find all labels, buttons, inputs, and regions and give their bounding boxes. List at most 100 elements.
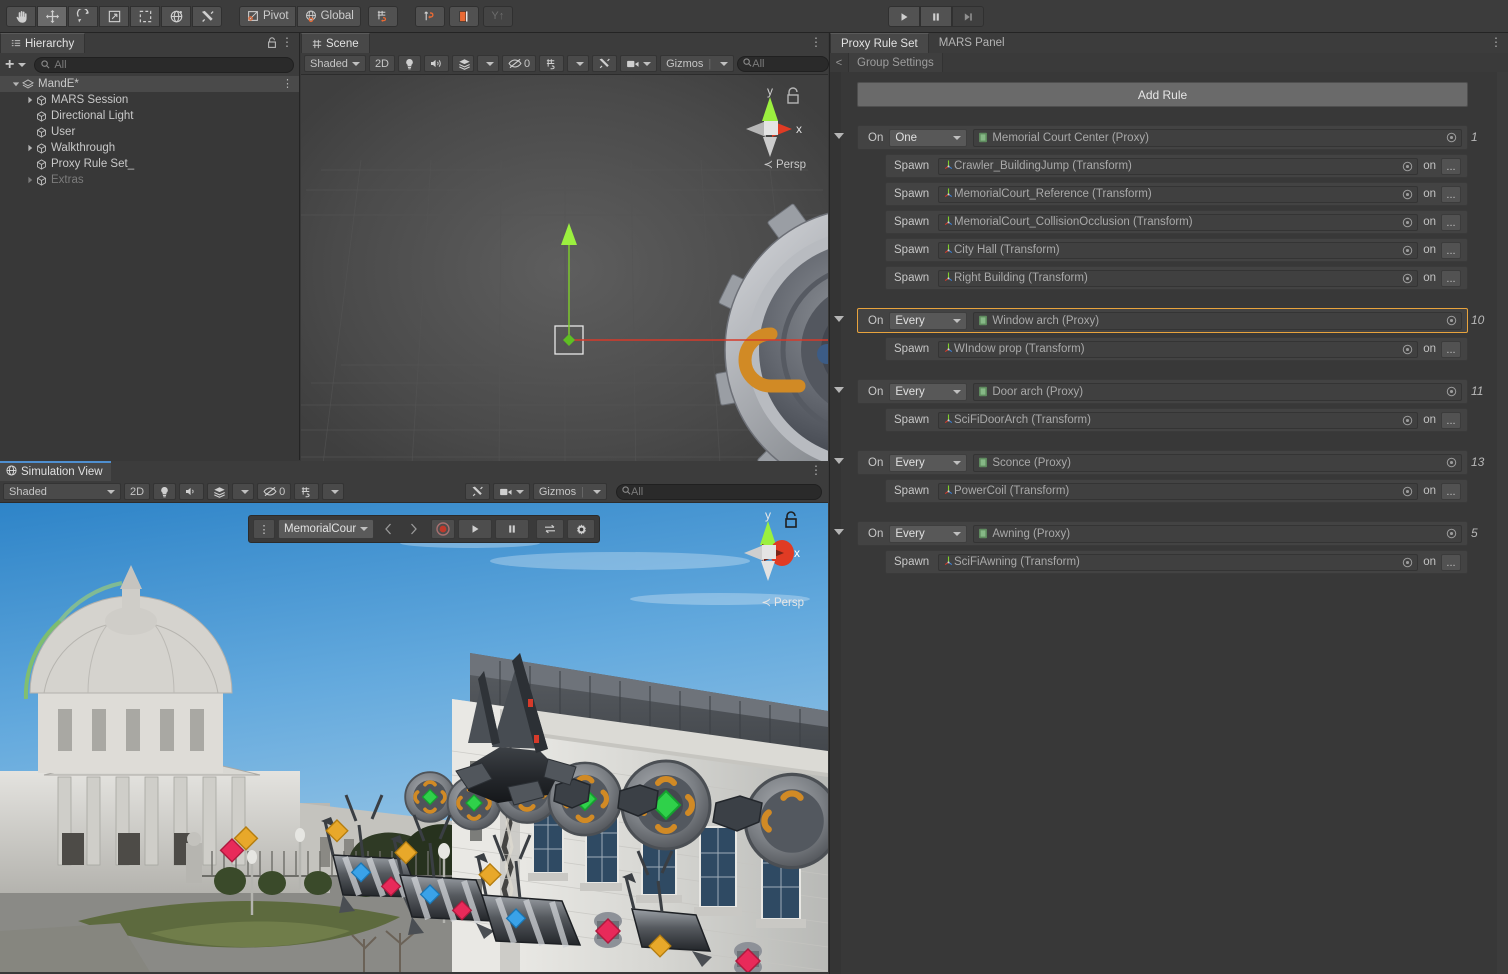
create-button[interactable]: + bbox=[5, 57, 27, 73]
rule-condition-row[interactable]: On Every Awning (Proxy) bbox=[857, 521, 1468, 546]
sim-draw-mode-dropdown[interactable]: Shaded bbox=[3, 483, 121, 500]
environment-dropdown[interactable]: MemorialCour bbox=[278, 519, 375, 539]
spawn-object-field[interactable]: SciFiDoorArch (Transform) bbox=[938, 411, 1419, 429]
2d-toggle-button[interactable]: 2D bbox=[368, 55, 395, 72]
scene-fx-button[interactable] bbox=[452, 55, 474, 72]
spawn-row[interactable]: Spawn City Hall (Transform) on... bbox=[885, 238, 1468, 262]
object-picker-icon[interactable] bbox=[1402, 344, 1413, 355]
next-environment-button[interactable] bbox=[402, 519, 424, 539]
rule-foldout-icon[interactable] bbox=[834, 133, 844, 139]
right-panel-menu-icon[interactable]: ⋮ bbox=[1490, 36, 1502, 48]
breadcrumb-back-button[interactable]: < bbox=[830, 53, 848, 72]
spawn-row[interactable]: Spawn MemorialCourt_Reference (Transform)… bbox=[885, 182, 1468, 206]
simulation-axis-gizmo[interactable]: y x bbox=[732, 507, 804, 603]
scene-lighting-button[interactable] bbox=[398, 55, 421, 72]
object-picker-icon[interactable] bbox=[1402, 189, 1413, 200]
simulation-viewport[interactable]: y x ≺ Persp ⋮ MemorialCour bbox=[0, 503, 828, 972]
draw-mode-dropdown[interactable]: Shaded bbox=[304, 55, 366, 72]
y-up-button[interactable]: Y↑ bbox=[482, 5, 513, 27]
spawn-row[interactable]: Spawn PowerCoil (Transform) on... bbox=[885, 479, 1468, 503]
sim-fx-button[interactable] bbox=[207, 483, 230, 500]
spawn-object-field[interactable]: City Hall (Transform) bbox=[938, 241, 1419, 259]
chevron-right-icon[interactable] bbox=[24, 144, 36, 152]
hierarchy-item-user[interactable]: User bbox=[0, 124, 299, 140]
scene-grid-button[interactable] bbox=[539, 55, 565, 72]
spawn-options-button[interactable]: ... bbox=[1441, 185, 1461, 203]
sim-audio-button[interactable] bbox=[179, 483, 205, 500]
spawn-row[interactable]: Spawn MemorialCourt_CollisionOcclusion (T… bbox=[885, 210, 1468, 234]
spawn-object-field[interactable]: MemorialCourt_Reference (Transform) bbox=[938, 185, 1419, 203]
add-rule-button[interactable]: Add Rule bbox=[857, 82, 1468, 107]
spawn-options-button[interactable]: ... bbox=[1441, 241, 1461, 259]
sim-lighting-button[interactable] bbox=[153, 483, 177, 500]
object-picker-icon[interactable] bbox=[1402, 486, 1413, 497]
rule-foldout-icon[interactable] bbox=[834, 529, 844, 535]
hierarchy-item-directional-light[interactable]: Directional Light bbox=[0, 108, 299, 124]
rule-condition-row[interactable]: On Every Sconce (Proxy) bbox=[857, 450, 1468, 475]
spawn-options-button[interactable]: ... bbox=[1441, 213, 1461, 231]
tab-simulation-view[interactable]: Simulation View bbox=[0, 461, 111, 481]
object-picker-icon[interactable] bbox=[1446, 457, 1457, 468]
scene-fx-dropdown[interactable] bbox=[477, 55, 499, 72]
rule-condition-dropdown[interactable]: Every bbox=[889, 453, 968, 472]
chevron-down-icon[interactable] bbox=[10, 80, 22, 88]
scene-tools-button[interactable] bbox=[592, 55, 618, 72]
play-button[interactable] bbox=[888, 6, 920, 27]
object-picker-icon[interactable] bbox=[1446, 528, 1457, 539]
sim-fx-dropdown[interactable] bbox=[232, 483, 255, 500]
hierarchy-item-mande[interactable]: MandE* ⋮ bbox=[0, 76, 299, 92]
rotate-tool-button[interactable] bbox=[68, 5, 98, 27]
spawn-object-field[interactable]: WIndow prop (Transform) bbox=[938, 340, 1419, 358]
rule-proxy-field[interactable]: Memorial Court Center (Proxy) bbox=[973, 128, 1462, 147]
rule-foldout-icon[interactable] bbox=[834, 458, 844, 464]
spawn-options-button[interactable]: ... bbox=[1441, 411, 1461, 429]
spawn-options-button[interactable]: ... bbox=[1441, 482, 1461, 500]
hand-tool-button[interactable] bbox=[6, 5, 36, 27]
scene-grid-dropdown[interactable] bbox=[567, 55, 590, 72]
sim-search-input[interactable]: All bbox=[616, 483, 822, 500]
scale-tool-button[interactable] bbox=[99, 5, 129, 27]
hierarchy-search-input[interactable]: All bbox=[34, 56, 294, 73]
rule-foldout-icon[interactable] bbox=[834, 387, 844, 393]
prev-environment-button[interactable] bbox=[377, 519, 399, 539]
move-tool-button[interactable] bbox=[37, 5, 67, 27]
tab-scene[interactable]: Scene bbox=[301, 33, 370, 53]
hierarchy-item-proxy-rule-set[interactable]: Proxy Rule Set_ bbox=[0, 156, 299, 172]
mars-environment-icon[interactable] bbox=[448, 5, 479, 27]
mars-simulate-icon[interactable] bbox=[414, 5, 445, 27]
rule-condition-dropdown[interactable]: Every bbox=[889, 311, 968, 330]
rule-foldout-icon[interactable] bbox=[834, 316, 844, 322]
spawn-object-field[interactable]: SciFiAwning (Transform) bbox=[938, 553, 1419, 571]
rules-scrollbar[interactable] bbox=[1497, 72, 1508, 974]
breadcrumb-group-settings[interactable]: Group Settings bbox=[848, 53, 943, 72]
scene-audio-button[interactable] bbox=[424, 55, 449, 72]
object-picker-icon[interactable] bbox=[1402, 415, 1413, 426]
spawn-row[interactable]: Spawn WIndow prop (Transform) on... bbox=[885, 337, 1468, 361]
simulate-pause-button[interactable] bbox=[495, 519, 530, 539]
spawn-object-field[interactable]: Crawler_BuildingJump (Transform) bbox=[938, 157, 1419, 175]
rect-tool-button[interactable] bbox=[130, 5, 160, 27]
hierarchy-menu-icon[interactable]: ⋮ bbox=[281, 36, 293, 48]
rule-condition-dropdown[interactable]: Every bbox=[889, 382, 968, 401]
spawn-options-button[interactable]: ... bbox=[1441, 340, 1461, 358]
spawn-row[interactable]: Spawn SciFiAwning (Transform) on... bbox=[885, 550, 1468, 574]
spawn-object-field[interactable]: MemorialCourt_CollisionOcclusion (Transf… bbox=[938, 213, 1419, 231]
scene-visibility-button[interactable]: 0 bbox=[502, 55, 537, 72]
pivot-toggle-button[interactable]: Pivot bbox=[239, 5, 296, 27]
sim-more-options-button[interactable]: ⋮ bbox=[253, 519, 275, 539]
tab-hierarchy[interactable]: Hierarchy bbox=[0, 33, 86, 53]
lock-icon[interactable] bbox=[267, 37, 277, 52]
rule-proxy-field[interactable]: Window arch (Proxy) bbox=[973, 311, 1462, 330]
spawn-row[interactable]: Spawn SciFiDoorArch (Transform) on... bbox=[885, 408, 1468, 432]
rule-condition-row[interactable]: On Every Window arch (Proxy) bbox=[857, 308, 1468, 333]
scene-menu-icon[interactable]: ⋮ bbox=[810, 36, 822, 48]
sim-2d-toggle-button[interactable]: 2D bbox=[124, 483, 151, 500]
spawn-options-button[interactable]: ... bbox=[1441, 157, 1461, 175]
hierarchy-item-walkthrough[interactable]: Walkthrough bbox=[0, 140, 299, 156]
spawn-object-field[interactable]: Right Building (Transform) bbox=[938, 269, 1419, 287]
rule-condition-row[interactable]: On Every Door arch (Proxy) bbox=[857, 379, 1468, 404]
sim-visibility-button[interactable]: 0 bbox=[257, 483, 292, 500]
object-picker-icon[interactable] bbox=[1402, 557, 1413, 568]
rule-proxy-field[interactable]: Awning (Proxy) bbox=[973, 524, 1462, 543]
step-button[interactable] bbox=[952, 6, 984, 27]
